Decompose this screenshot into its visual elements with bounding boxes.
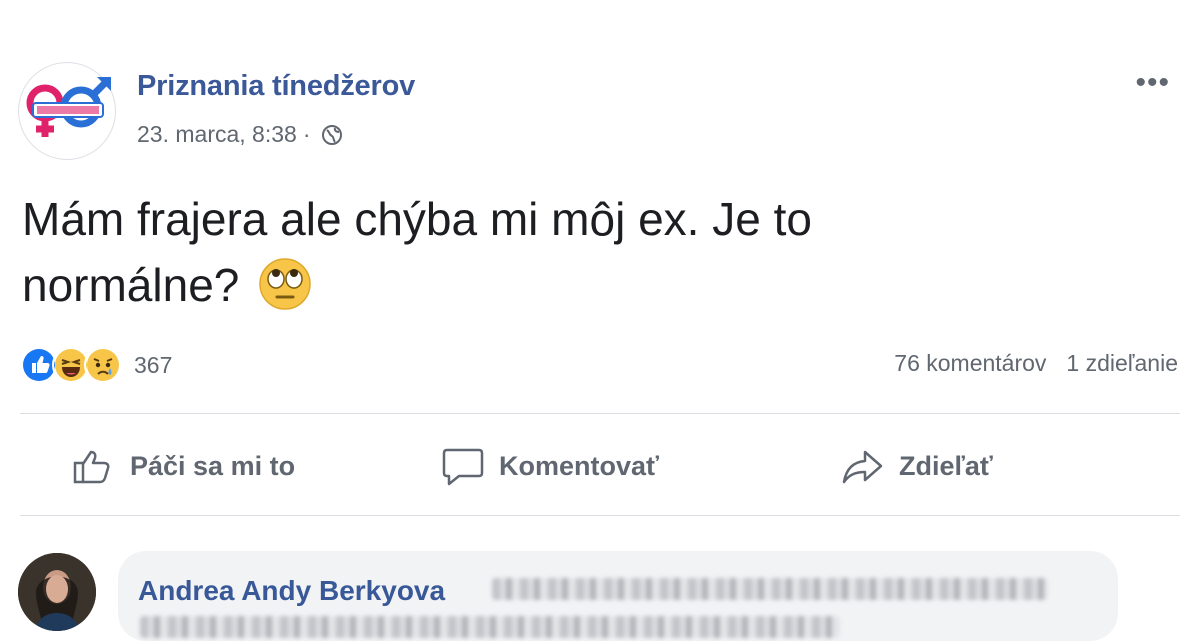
comment-text-blurred-line-2 <box>140 616 840 638</box>
page-logo <box>26 77 111 137</box>
meta-separator: · <box>302 121 311 147</box>
page-name-link[interactable]: Priznania tínedžerov <box>137 70 415 103</box>
post-timestamp[interactable]: 23. marca, 8:38 <box>137 121 297 148</box>
comment-button-label: Komentovať <box>499 450 659 481</box>
page-avatar[interactable] <box>18 62 116 160</box>
commenter-avatar[interactable] <box>18 553 96 631</box>
like-button-label: Páči sa mi to <box>130 450 296 481</box>
post-meta: 23. marca, 8:38 · <box>137 121 344 148</box>
comment-author-link[interactable]: Andrea Andy Berkyova <box>138 575 445 607</box>
reaction-count: 367 <box>134 351 173 378</box>
share-button[interactable]: Zdieľať <box>841 446 993 486</box>
post-text-line-1: Mám frajera ale chýba mi môj ex. Je to <box>22 193 812 245</box>
share-button-label: Zdieľať <box>899 450 993 481</box>
share-arrow-icon <box>842 450 883 484</box>
reactions-summary[interactable]: 367 <box>20 346 172 384</box>
divider-bottom <box>20 515 1180 516</box>
comment-text-blurred <box>492 578 1048 600</box>
divider-top <box>20 413 1180 414</box>
more-options-icon[interactable]: ••• <box>1135 66 1170 100</box>
comments-count-link[interactable]: 76 komentárov <box>894 350 1046 377</box>
like-button[interactable]: Páči sa mi to <box>72 446 295 486</box>
post-text: Mám frajera ale chýba mi môj ex. Je to n… <box>22 186 1122 318</box>
comment-button[interactable]: Komentovať <box>441 446 659 486</box>
shares-count-link[interactable]: 1 zdieľanie <box>1066 350 1178 377</box>
comment-bubble-icon <box>442 448 484 486</box>
rolling-eyes-emoji-icon <box>258 257 312 311</box>
engagement-counts: 76 komentárov 1 zdieľanie <box>894 350 1178 377</box>
sad-reaction-icon <box>84 346 122 384</box>
thumbs-up-icon <box>73 450 110 484</box>
globe-icon[interactable] <box>320 123 344 147</box>
post-text-line-2: normálne? <box>22 259 240 311</box>
